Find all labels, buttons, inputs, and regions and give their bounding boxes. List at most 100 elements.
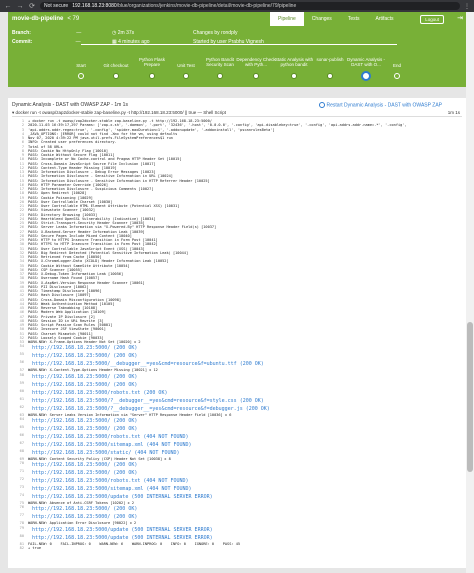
log-text[interactable]: http://192.168.18.23:5000/?__debugger__=… [28, 397, 462, 405]
log-text[interactable]: http://192.168.18.23:5000/update (500 IN… [28, 493, 462, 501]
line-number[interactable]: 71 [12, 469, 28, 477]
log-line: 80 http://192.168.18.23:5000/update (500… [12, 534, 462, 542]
line-number[interactable]: 76 [12, 505, 28, 513]
line-number[interactable]: 74 [12, 493, 28, 501]
stage-node-7[interactable] [327, 73, 333, 79]
browser-menu-icon[interactable]: ⋮ [464, 3, 470, 10]
duration-value: 2m 37s [117, 30, 135, 36]
log-line: 65 http://192.168.18.23:5000/ (200 OK) [12, 425, 462, 433]
line-number[interactable]: 82 [12, 546, 28, 550]
tab-artifacts[interactable]: Artifacts [367, 12, 401, 26]
forward-icon[interactable]: → [16, 3, 24, 10]
log-text[interactable]: http://192.168.18.23:5000/robots.txt (40… [28, 477, 462, 485]
log-text[interactable]: http://192.168.18.23:5000/ (200 OK) [28, 505, 462, 513]
restart-icon [318, 102, 325, 108]
top-bar: movie-db-pipeline < 79 Pipeline Changes … [8, 12, 466, 26]
line-number[interactable]: 65 [12, 425, 28, 433]
tab-tests[interactable]: Tests [340, 12, 368, 26]
stage-node-4[interactable] [217, 73, 223, 79]
changes-by: Changes by rondply [193, 30, 238, 36]
build-number: < 79 [67, 16, 80, 22]
restart-stage-button[interactable]: Restart Dynamic Analysis - DAST with OWA… [318, 102, 443, 109]
log-text[interactable]: http://192.168.18.23:5000/sitemap.xml (4… [28, 441, 462, 449]
line-number[interactable]: 77 [12, 513, 28, 521]
line-number[interactable]: 80 [12, 534, 28, 542]
restart-label: Restart Dynamic Analysis - DAST with OWA… [326, 102, 443, 109]
tab-changes[interactable]: Changes [304, 12, 340, 26]
stage-node-0[interactable] [78, 73, 84, 79]
line-number[interactable]: 73 [12, 485, 28, 493]
step-title: Dynamic Analysis - DAST with OWASP ZAP -… [12, 102, 128, 108]
address-bar[interactable]: Not secure 192.168.18.23:8080/blue/organi… [40, 2, 460, 10]
line-number[interactable]: 68 [12, 449, 28, 457]
branch-row: Branch: — [12, 30, 81, 36]
log-text[interactable]: http://192.168.18.23:5000/__debugger__=y… [28, 360, 462, 368]
stage-label-1: Git checkout [103, 63, 129, 68]
line-number[interactable]: 58 [12, 373, 28, 381]
stage-label-0: Start [76, 63, 86, 68]
back-icon[interactable]: ← [4, 3, 12, 10]
line-number[interactable]: 70 [12, 461, 28, 469]
line-number[interactable]: 72 [12, 477, 28, 485]
line-number[interactable]: 61 [12, 397, 28, 405]
log-text[interactable]: http://192.168.18.23:5000/update (500 IN… [28, 534, 462, 542]
stage-node-2[interactable] [149, 73, 155, 79]
log-text[interactable]: http://192.168.18.23:5000/ (200 OK) [28, 513, 462, 521]
line-number[interactable]: 66 [12, 433, 28, 441]
line-number[interactable]: 59 [12, 381, 28, 389]
log-text[interactable]: http://192.168.18.23:5000/ (200 OK) [28, 425, 462, 433]
security-indicator[interactable]: Not secure [44, 3, 68, 9]
log-text[interactable]: http://192.168.18.23:5000/robots.txt (20… [28, 389, 462, 397]
line-number[interactable]: 64 [12, 417, 28, 425]
line-number[interactable]: 55 [12, 352, 28, 360]
pipeline-graph: Start Git checkout Python Flask Prepare Uni… [8, 44, 466, 87]
page-scrollbar[interactable] [466, 12, 474, 573]
line-number[interactable]: 54 [12, 344, 28, 352]
log-line: 79 http://192.168.18.23:5000/update (500… [12, 526, 462, 534]
log-text[interactable]: http://192.168.18.23:5000/sitemap.xml (4… [28, 485, 462, 493]
commit-row: Commit: — [12, 39, 81, 45]
exit-icon[interactable]: ⇥ [454, 12, 466, 26]
log-text[interactable]: http://192.168.18.23:5000/ (200 OK) [28, 469, 462, 477]
line-number[interactable]: 79 [12, 526, 28, 534]
logout-button[interactable]: Logout [420, 15, 444, 24]
step-row[interactable]: ▾ docker run -t owasp/zap2docker-stable … [12, 110, 462, 117]
stage-node-1[interactable] [113, 73, 119, 79]
pipeline-connector [81, 44, 397, 45]
stage-node-5[interactable] [253, 73, 259, 79]
log-line: 76 http://192.168.18.23:5000/ (200 OK) [12, 505, 462, 513]
line-number[interactable]: 67 [12, 441, 28, 449]
log-line: 56 http://192.168.18.23:5000/__debugger_… [12, 360, 462, 368]
log-text[interactable]: http://192.168.18.23:5000/ (200 OK) [28, 344, 462, 352]
stage-node-6[interactable] [291, 73, 297, 79]
stage-label-5: Dependency Check with Pyth... [236, 57, 276, 67]
log-line: 62 http://192.168.18.23:5000/?__debugger… [12, 405, 462, 413]
pipeline-title[interactable]: movie-db-pipeline [12, 16, 63, 22]
line-number[interactable]: 62 [12, 405, 28, 413]
commit-label: Commit: [12, 39, 33, 45]
log-line: 58 http://192.168.18.23:5000/ (200 OK) [12, 373, 462, 381]
line-number[interactable]: 60 [12, 389, 28, 397]
log-line: 60 http://192.168.18.23:5000/robots.txt … [12, 389, 462, 397]
stage-node-8[interactable] [361, 71, 371, 81]
scrollbar-thumb[interactable] [467, 322, 473, 472]
log-text[interactable]: http://192.168.18.23:5000/ (200 OK) [28, 417, 462, 425]
log-line: 68 http://192.168.18.23:5000/static/ (40… [12, 449, 462, 457]
url-host: 192.168.18.23:8080 [72, 3, 117, 9]
tab-pipeline[interactable]: Pipeline [270, 12, 304, 26]
log-text[interactable]: http://192.168.18.23:5000/update (500 IN… [28, 526, 462, 534]
run-header: movie-db-pipeline < 79 Pipeline Changes … [8, 12, 466, 87]
step-panel: Dynamic Analysis - DAST with OWASP ZAP -… [8, 98, 466, 568]
log-line: 74 http://192.168.18.23:5000/update (500… [12, 493, 462, 501]
reload-icon[interactable]: ⟳ [28, 2, 36, 10]
log-text[interactable]: http://192.168.18.23:5000/robots.txt (40… [28, 433, 462, 441]
stage-node-9[interactable] [394, 73, 400, 79]
log-text[interactable]: http://192.168.18.23:5000/ (200 OK) [28, 381, 462, 389]
log-text[interactable]: http://192.168.18.23:5000/static/ (404 N… [28, 449, 462, 457]
log-text[interactable]: http://192.168.18.23:5000/ (200 OK) [28, 352, 462, 360]
log-text[interactable]: http://192.168.18.23:5000/ (200 OK) [28, 461, 462, 469]
log-text[interactable]: http://192.168.18.23:5000/?__debugger__=… [28, 405, 462, 413]
log-text[interactable]: http://192.168.18.23:5000/ (200 OK) [28, 373, 462, 381]
stage-node-3[interactable] [183, 73, 189, 79]
line-number[interactable]: 56 [12, 360, 28, 368]
